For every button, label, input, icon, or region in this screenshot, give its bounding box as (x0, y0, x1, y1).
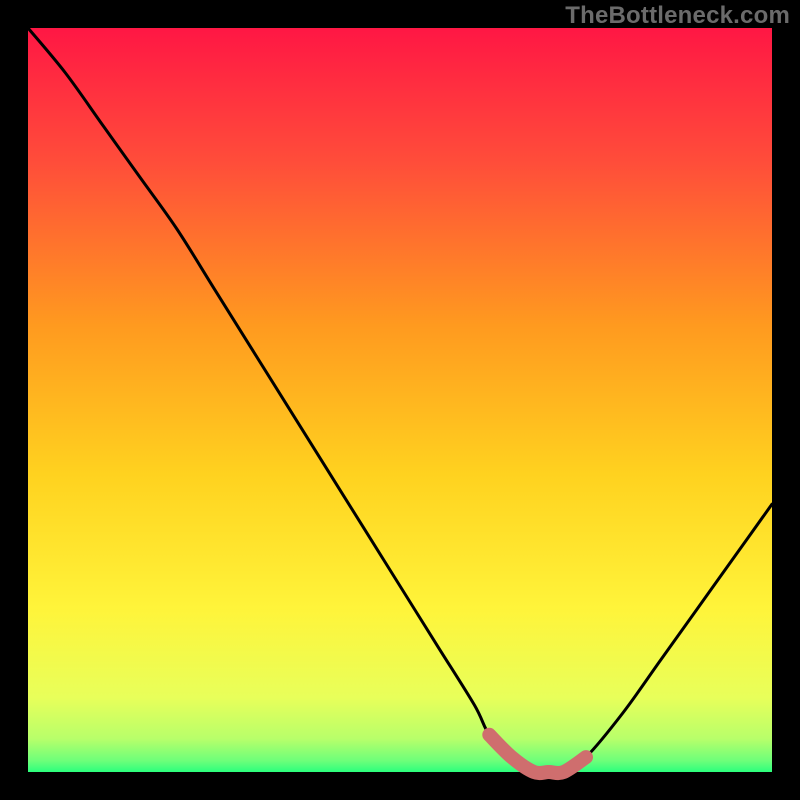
watermark-text: TheBottleneck.com (565, 2, 790, 30)
chart-stage: TheBottleneck.com (0, 0, 800, 800)
chart-svg (0, 0, 800, 800)
